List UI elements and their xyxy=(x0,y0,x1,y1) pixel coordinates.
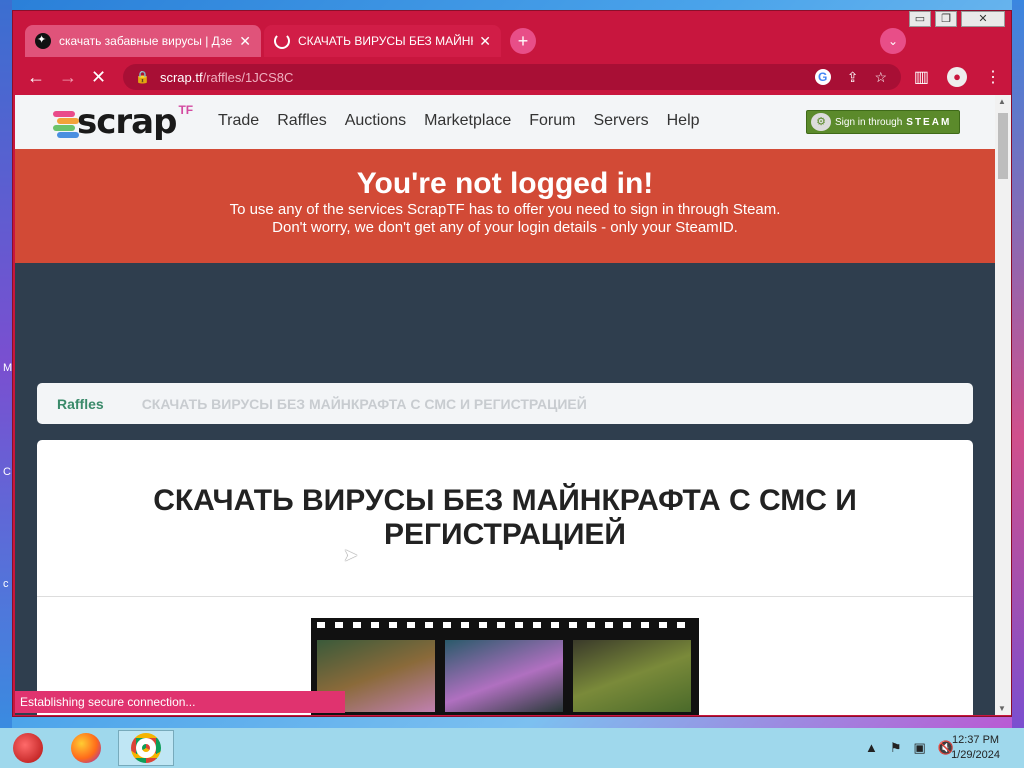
tab-close-icon[interactable]: ✕ xyxy=(479,33,491,50)
start-orb-icon xyxy=(13,733,43,763)
breadcrumb-current: СКАЧАТЬ ВИРУСЫ БЕЗ МАЙНКРАФТА С СМС И РЕ… xyxy=(141,395,587,412)
site-header: scrap TF Trade Raffles Auctions Marketpl… xyxy=(15,95,995,149)
breadcrumb-raffles-link[interactable]: Raffles xyxy=(57,396,104,412)
start-button[interactable] xyxy=(0,730,56,766)
tab-search-button[interactable]: ⌄ xyxy=(880,28,906,54)
divider xyxy=(37,596,973,597)
bookmark-star-icon[interactable]: ☆ xyxy=(874,69,887,86)
taskbar: ▲ ⚑ ▣ 🔇 12:37 PM 1/29/2024 xyxy=(0,728,1024,768)
logo-tf: TF xyxy=(178,103,194,117)
desktop-icon-label: M xyxy=(3,362,13,374)
new-tab-button[interactable]: + xyxy=(510,28,536,54)
tab-strip: скачать забавные вирусы | Дзен ✕ СКАЧАТЬ… xyxy=(13,11,1011,61)
nav-marketplace[interactable]: Marketplace xyxy=(424,112,511,130)
scroll-thumb[interactable] xyxy=(998,113,1008,179)
side-panel-icon[interactable]: ▥ xyxy=(914,67,929,87)
more-menu-icon[interactable]: ⋮ xyxy=(985,67,1001,87)
nav-forum[interactable]: Forum xyxy=(529,112,575,130)
raffle-image xyxy=(311,618,699,715)
share-icon[interactable]: ⇪ xyxy=(847,69,859,86)
minimize-button[interactable]: ▭ xyxy=(909,11,931,27)
firefox-icon xyxy=(71,733,101,763)
nav-trade[interactable]: Trade xyxy=(218,112,259,130)
scraptf-logo[interactable]: scrap TF xyxy=(53,103,193,139)
raffle-panel: СКАЧАТЬ ВИРУСЫ БЕЗ МАЙНКРАФТА С СМС И РЕ… xyxy=(37,440,973,715)
raffle-title: СКАЧАТЬ ВИРУСЫ БЕЗ МАЙНКРАФТА С СМС И РЕ… xyxy=(153,484,857,551)
clock-date: 1/29/2024 xyxy=(951,749,1000,761)
google-lens-icon[interactable]: G xyxy=(814,68,831,85)
alert-line: To use any of the services ScrapTF has t… xyxy=(229,201,781,218)
desktop-right-edge xyxy=(1012,0,1024,728)
scroll-down-arrow-icon[interactable]: ▼ xyxy=(998,704,1006,713)
page-scrollbar[interactable]: ▲ ▼ xyxy=(995,95,1011,715)
nav-servers[interactable]: Servers xyxy=(593,112,648,130)
tab-close-icon[interactable]: ✕ xyxy=(239,33,251,50)
lock-icon[interactable]: 🔒 xyxy=(135,70,150,84)
mouse-cursor-icon: ➤ xyxy=(343,545,359,565)
chrome-icon xyxy=(131,733,161,763)
clock[interactable]: 12:37 PM 1/29/2024 xyxy=(951,733,1000,763)
url-text[interactable]: scrap.tf/raffles/1JCS8C xyxy=(160,70,815,85)
back-arrow-icon[interactable]: ← xyxy=(27,67,45,88)
loading-spinner-icon xyxy=(274,33,290,49)
breadcrumb: Raffles СКАЧАТЬ ВИРУСЫ БЕЗ МАЙНКРАФТА С … xyxy=(37,383,973,424)
nav-auctions[interactable]: Auctions xyxy=(345,112,406,130)
system-tray: ▲ ⚑ ▣ 🔇 xyxy=(865,740,954,756)
browser-toolbar: ← → ✕ 🔒 scrap.tf/raffles/1JCS8C G ⇪ ☆ ▥ … xyxy=(13,61,1011,93)
logo-word: scrap xyxy=(77,102,177,142)
forward-arrow-icon[interactable]: → xyxy=(59,67,77,88)
status-bubble: Establishing secure connection... xyxy=(15,691,345,713)
tab-scraptf[interactable]: СКАЧАТЬ ВИРУСЫ БЕЗ МАЙНКРАФТА ✕ xyxy=(264,25,501,57)
maximize-button[interactable]: ❐ xyxy=(935,11,957,27)
taskbar-chrome[interactable] xyxy=(118,730,174,766)
window-controls: ▭ ❐ ✕ xyxy=(909,11,1005,27)
alert-title: You're not logged in! xyxy=(356,167,654,200)
browser-window: скачать забавные вирусы | Дзен ✕ СКАЧАТЬ… xyxy=(12,10,1012,717)
tab-title: СКАЧАТЬ ВИРУСЫ БЕЗ МАЙНКРАФТА xyxy=(298,34,474,48)
nav-raffles[interactable]: Raffles xyxy=(277,112,327,130)
network-icon[interactable]: ▣ xyxy=(914,740,926,756)
address-bar[interactable]: 🔒 scrap.tf/raffles/1JCS8C G ⇪ ☆ xyxy=(123,64,901,90)
film-frame xyxy=(573,640,691,712)
profile-avatar-icon[interactable]: ● xyxy=(947,67,967,87)
stop-loading-icon[interactable]: ✕ xyxy=(91,67,106,88)
desktop-icon-label: c xyxy=(3,578,9,590)
alert-line: Don't worry, we don't get any of your lo… xyxy=(272,219,738,236)
logo-mark-icon xyxy=(53,109,79,139)
taskbar-firefox[interactable] xyxy=(58,730,114,766)
page-viewport: scrap TF Trade Raffles Auctions Marketpl… xyxy=(15,95,995,715)
tab-dzen[interactable]: скачать забавные вирусы | Дзен ✕ xyxy=(25,25,261,57)
not-logged-in-alert: You're not logged in! To use any of the … xyxy=(15,149,995,263)
nav-help[interactable]: Help xyxy=(667,112,700,130)
steam-logo-icon: ⚙ xyxy=(811,113,831,131)
site-nav-menu: Trade Raffles Auctions Marketplace Forum… xyxy=(218,112,700,130)
desktop-icon-label: C xyxy=(3,466,11,478)
desktop-left-edge: M C c xyxy=(0,0,12,728)
scroll-up-arrow-icon[interactable]: ▲ xyxy=(998,97,1006,106)
close-window-button[interactable]: ✕ xyxy=(961,11,1005,27)
dzen-favicon-icon xyxy=(35,33,51,49)
steam-sign-in-button[interactable]: ⚙ Sign in through STEAM xyxy=(806,110,960,134)
film-frame xyxy=(445,640,563,712)
clock-time: 12:37 PM xyxy=(951,734,1000,746)
action-center-flag-icon[interactable]: ⚑ xyxy=(890,740,902,756)
tray-expand-icon[interactable]: ▲ xyxy=(865,740,878,756)
tab-title: скачать забавные вирусы | Дзен xyxy=(59,34,234,48)
